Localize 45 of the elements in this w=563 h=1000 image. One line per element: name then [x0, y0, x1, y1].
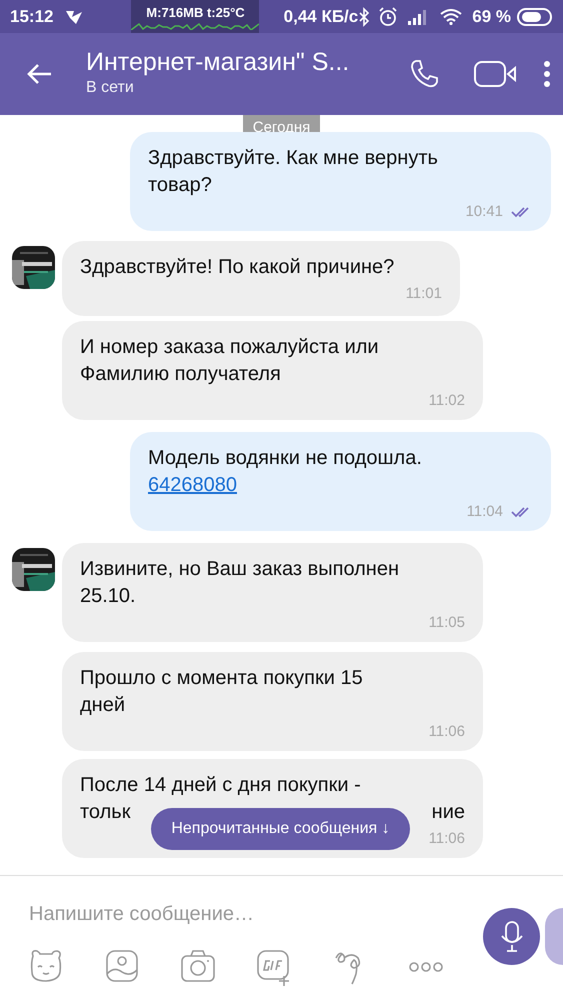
battery-text: 69 %: [472, 6, 511, 28]
wifi-icon: [440, 8, 462, 24]
microphone-icon: [500, 920, 522, 952]
bluetooth-icon: [358, 6, 370, 26]
battery-icon: [517, 6, 553, 26]
video-camera-icon: [473, 59, 517, 89]
phone-icon: [409, 59, 439, 89]
message-text: ние: [432, 800, 465, 824]
back-button[interactable]: [26, 63, 52, 85]
more-options-button[interactable]: [408, 962, 444, 972]
order-number-link[interactable]: 64268080: [148, 474, 237, 496]
signal-icon: [408, 8, 428, 24]
round-button[interactable]: [545, 908, 563, 965]
back-icon: [26, 63, 52, 85]
notification-icon: [65, 8, 84, 24]
message-text: Модель водянки не подошла. 64268080: [148, 446, 423, 498]
clock-text: 15:12: [10, 6, 54, 28]
message-input-field[interactable]: Напишите сообщение…: [27, 898, 467, 930]
menu-icon: [543, 60, 551, 88]
message-time: 11:04: [466, 502, 503, 520]
message-text: тольк: [80, 800, 130, 824]
message-text: Здравствуйте. Как мне вернуть товар?: [148, 146, 439, 198]
message-text: После 14 дней с дня покупки -: [80, 772, 362, 798]
ellipsis-icon: [408, 962, 444, 972]
message-text: Извините, но Ваш заказ выполнен 25.10.: [80, 556, 400, 608]
message-text: И номер заказа пожалуйста или Фамилию получателя: [80, 334, 380, 386]
alarm-icon: [378, 6, 398, 26]
chat-title: Интернет-магазин" S...: [86, 48, 350, 76]
call-button[interactable]: [409, 59, 439, 89]
message-time: 10:41: [465, 202, 503, 220]
message-time: 11:05: [428, 614, 465, 632]
message-time: 11:02: [428, 392, 465, 410]
message-text: Прошло с момента покупки 15 дней: [80, 666, 364, 718]
message-time: 11:06: [428, 830, 465, 848]
memory-text: M:716MB t:25°C: [146, 4, 245, 22]
gif-button[interactable]: [256, 948, 292, 986]
message-time: 11:06: [428, 722, 465, 740]
network-speed-text: 0,44 КБ/с: [284, 6, 358, 28]
message-time: 11:01: [406, 284, 442, 302]
message-text: Здравствуйте! По какой причине?: [80, 254, 396, 280]
status-text: В сети: [86, 78, 135, 98]
more-menu-button[interactable]: [543, 60, 551, 88]
gif-icon: [256, 948, 292, 986]
unread-messages-button[interactable]: Непрочитанные сообщения ↓: [151, 808, 410, 850]
video-call-button[interactable]: [473, 59, 517, 89]
